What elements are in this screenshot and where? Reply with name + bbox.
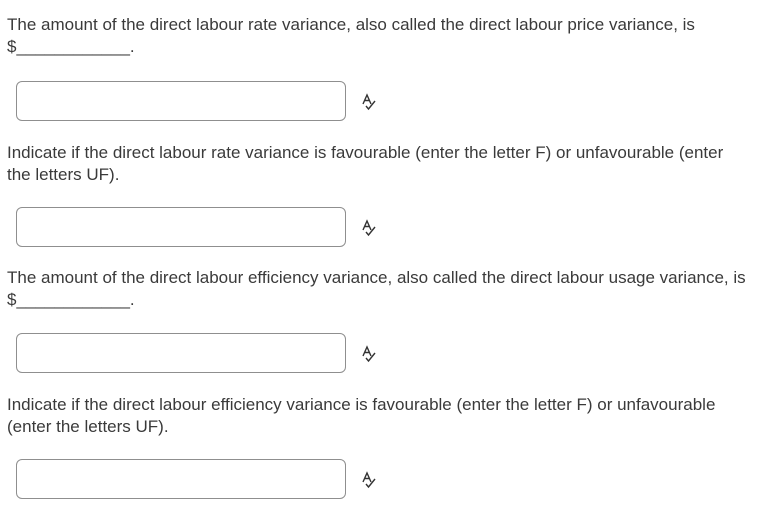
answer-row-1	[16, 81, 416, 123]
question-4-text: Indicate if the direct labour efficiency…	[7, 395, 716, 436]
spellcheck-icon[interactable]	[360, 93, 378, 111]
answer-row-4	[16, 459, 416, 501]
answer-input-1[interactable]	[16, 81, 346, 121]
answer-input-2[interactable]	[16, 207, 346, 247]
answer-row-3	[16, 333, 416, 375]
spellcheck-icon[interactable]	[360, 345, 378, 363]
question-1: The amount of the direct labour rate var…	[7, 14, 747, 58]
question-3-text: The amount of the direct labour efficien…	[7, 268, 746, 309]
question-2-text: Indicate if the direct labour rate varia…	[7, 143, 724, 184]
answer-input-4[interactable]	[16, 459, 346, 499]
answer-input-3[interactable]	[16, 333, 346, 373]
spellcheck-icon[interactable]	[360, 471, 378, 489]
spellcheck-icon[interactable]	[360, 219, 378, 237]
question-3: The amount of the direct labour efficien…	[7, 267, 747, 311]
question-4: Indicate if the direct labour efficiency…	[7, 394, 747, 438]
question-2: Indicate if the direct labour rate varia…	[7, 142, 747, 186]
answer-row-2	[16, 207, 416, 249]
question-1-text: The amount of the direct labour rate var…	[7, 15, 695, 56]
